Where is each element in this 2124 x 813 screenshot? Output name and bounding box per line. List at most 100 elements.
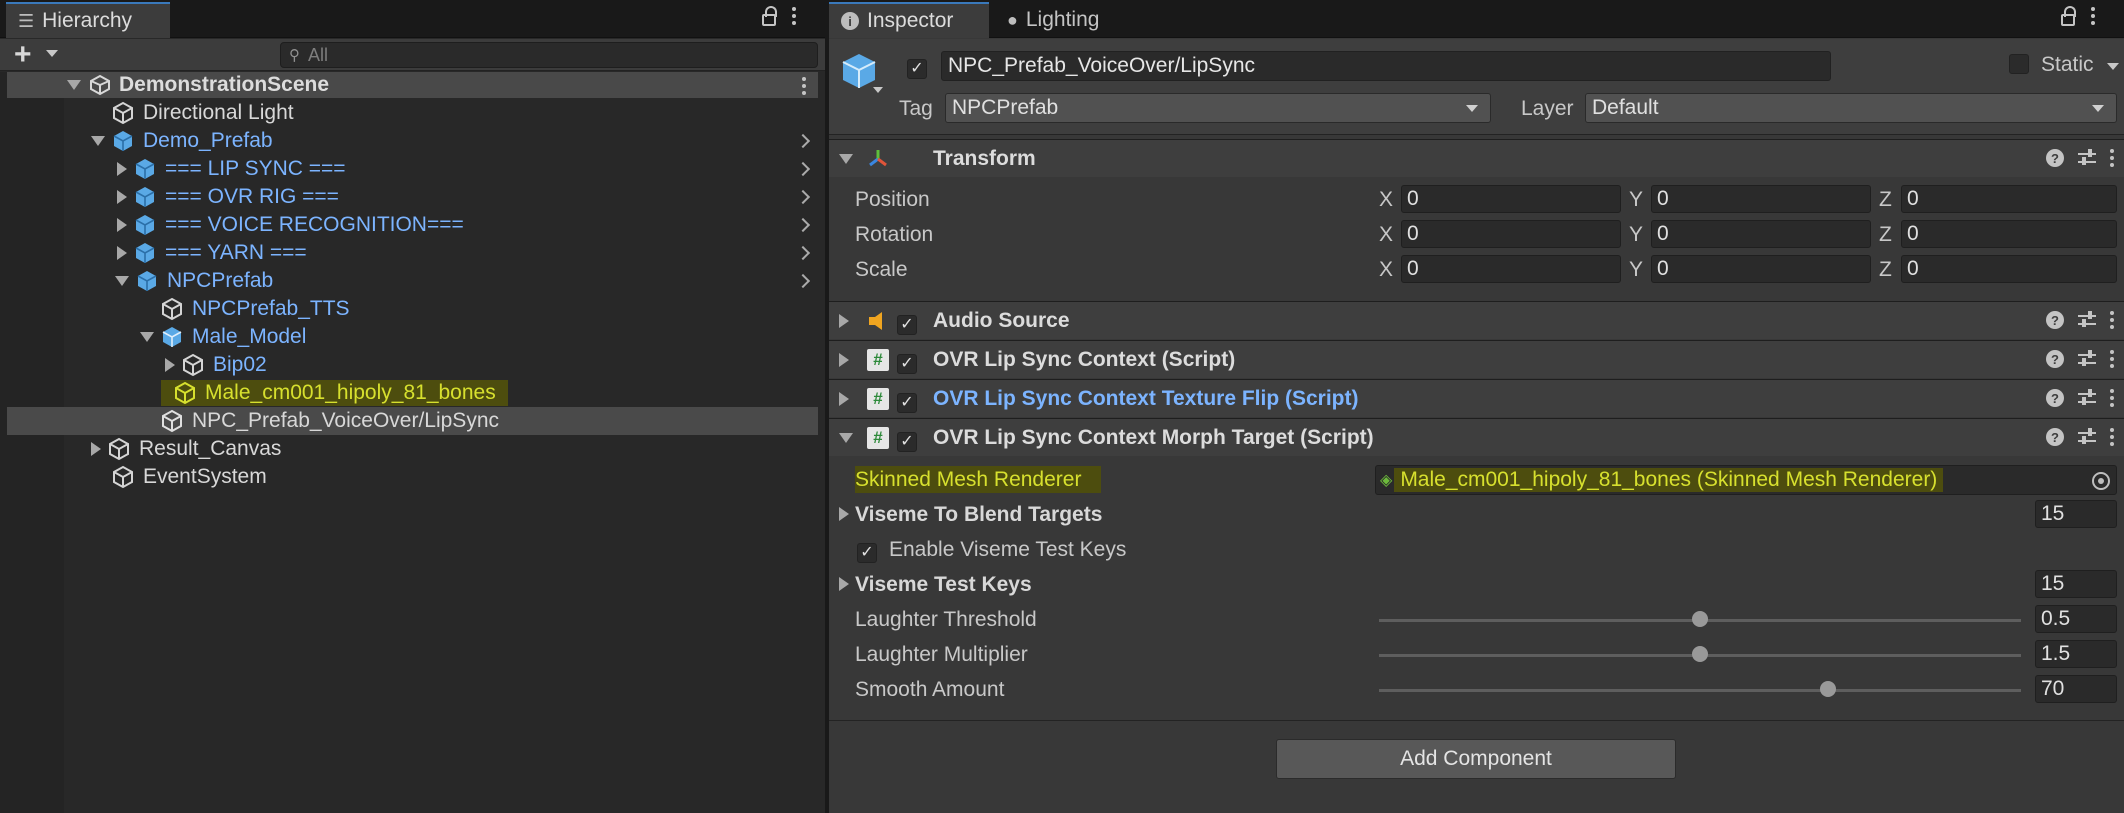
expand-arrow-icon[interactable] (117, 246, 127, 260)
collapse-arrow-icon[interactable] (115, 276, 129, 286)
tree-item-bip02[interactable]: Bip02 (7, 351, 818, 379)
tree-item-lip-sync[interactable]: === LIP SYNC === (7, 155, 818, 183)
test-keys-size-field[interactable]: 15 (2035, 570, 2117, 598)
collapse-arrow-icon[interactable] (839, 154, 853, 164)
checkmark-icon[interactable]: ✓ (907, 59, 927, 79)
gameobject-cube-icon[interactable] (839, 51, 879, 91)
expand-arrow-icon[interactable] (91, 442, 101, 456)
scene-row[interactable]: DemonstrationScene (7, 72, 818, 98)
lock-icon[interactable] (762, 6, 777, 26)
collapse-arrow-icon[interactable] (91, 136, 105, 146)
checkmark-icon[interactable]: ✓ (897, 315, 917, 335)
rotation-y-field[interactable]: 0 (1651, 220, 1871, 248)
morph-target-enabled[interactable]: ✓ (897, 428, 917, 452)
search-input[interactable] (308, 44, 788, 66)
scene-options-icon[interactable] (802, 77, 806, 95)
help-icon[interactable]: ? (2046, 350, 2064, 368)
expand-arrow-icon[interactable] (839, 314, 849, 328)
component-menu-icon[interactable] (2110, 428, 2114, 446)
tree-item-male-model[interactable]: Male_Model (7, 323, 818, 351)
presets-icon[interactable] (2078, 389, 2096, 407)
chevron-right-icon[interactable] (795, 189, 811, 205)
static-checkbox[interactable] (2009, 54, 2029, 74)
laughter-multiplier-knob[interactable] (1692, 646, 1708, 662)
tab-inspector[interactable]: i Inspector (829, 2, 989, 38)
presets-icon[interactable] (2078, 311, 2096, 329)
hierarchy-search[interactable]: ⚲ (280, 42, 818, 68)
expand-arrow-icon[interactable] (117, 190, 127, 204)
scale-z-field[interactable]: 0 (1901, 255, 2117, 283)
audio-source-enabled[interactable]: ✓ (897, 311, 917, 335)
tree-item-directional-light[interactable]: Directional Light (7, 99, 818, 127)
help-icon[interactable]: ? (2046, 311, 2064, 329)
chevron-right-icon[interactable] (795, 161, 811, 177)
tree-item-ovr-rig[interactable]: === OVR RIG === (7, 183, 818, 211)
presets-icon[interactable] (2078, 149, 2096, 167)
smooth-amount-knob[interactable] (1820, 681, 1837, 697)
object-picker-icon[interactable] (2092, 472, 2110, 490)
presets-icon[interactable] (2078, 428, 2096, 446)
expand-arrow-icon[interactable] (839, 507, 849, 521)
active-toggle[interactable]: ✓ (907, 55, 927, 79)
component-menu-icon[interactable] (2110, 389, 2114, 407)
rotation-z-field[interactable]: 0 (1901, 220, 2117, 248)
audio-source-header[interactable]: ✓ Audio Source ? (829, 301, 2124, 339)
checkmark-icon[interactable]: ✓ (857, 543, 877, 563)
lipsync-context-header[interactable]: # ✓ OVR Lip Sync Context (Script) ? (829, 340, 2124, 378)
help-icon[interactable]: ? (2046, 389, 2064, 407)
help-icon[interactable]: ? (2046, 149, 2064, 167)
expand-arrow-icon[interactable] (117, 162, 127, 176)
tree-item-yarn[interactable]: === YARN === (7, 239, 818, 267)
position-y-field[interactable]: 0 (1651, 185, 1871, 213)
collapse-arrow-icon[interactable] (140, 332, 154, 342)
tree-item-result-canvas[interactable]: Result_Canvas (7, 435, 818, 463)
tree-item-eventsystem[interactable]: EventSystem (7, 463, 818, 491)
help-icon[interactable]: ? (2046, 428, 2064, 446)
add-component-button[interactable]: Add Component (1276, 739, 1676, 779)
tree-item-npcprefab[interactable]: NPCPrefab (7, 267, 818, 295)
chevron-right-icon[interactable] (795, 273, 811, 289)
smooth-amount-slider[interactable] (1379, 689, 2021, 692)
tree-item-voice-recognition[interactable]: === VOICE RECOGNITION=== (7, 211, 818, 239)
lock-icon[interactable] (2061, 6, 2076, 26)
collapse-arrow-icon[interactable] (67, 80, 81, 90)
enable-test-keys-toggle[interactable]: ✓ (857, 539, 877, 563)
smooth-amount-field[interactable]: 70 (2035, 675, 2117, 703)
object-name-field[interactable]: NPC_Prefab_VoiceOver/LipSync (941, 51, 1831, 81)
checkmark-icon[interactable]: ✓ (897, 354, 917, 374)
create-button[interactable]: + (14, 40, 32, 70)
expand-arrow-icon[interactable] (839, 577, 849, 591)
tree-item-npcprefab-tts[interactable]: NPCPrefab_TTS (7, 295, 818, 323)
rotation-x-field[interactable]: 0 (1401, 220, 1621, 248)
create-dropdown-icon[interactable] (46, 50, 58, 57)
transform-header[interactable]: Transform ? (829, 139, 2124, 177)
expand-arrow-icon[interactable] (165, 358, 175, 372)
tree-item-npc-voiceover[interactable]: NPC_Prefab_VoiceOver/LipSync (7, 407, 818, 435)
more-options-icon[interactable] (2091, 7, 2095, 25)
component-menu-icon[interactable] (2110, 149, 2114, 167)
layer-dropdown[interactable]: Default (1585, 93, 2117, 123)
chevron-right-icon[interactable] (795, 245, 811, 261)
chevron-right-icon[interactable] (795, 133, 811, 149)
checkmark-icon[interactable]: ✓ (897, 432, 917, 452)
position-z-field[interactable]: 0 (1901, 185, 2117, 213)
static-dropdown-icon[interactable] (2107, 63, 2119, 70)
laughter-threshold-field[interactable]: 0.5 (2035, 605, 2117, 633)
skinned-mesh-field[interactable]: ◈ Male_cm001_hipoly_81_bones (Skinned Me… (1375, 465, 2117, 495)
morph-target-header[interactable]: # ✓ OVR Lip Sync Context Morph Target (S… (829, 418, 2124, 456)
component-menu-icon[interactable] (2110, 311, 2114, 329)
tag-dropdown[interactable]: NPCPrefab (945, 93, 1491, 123)
collapse-arrow-icon[interactable] (839, 433, 853, 443)
checkmark-icon[interactable]: ✓ (897, 393, 917, 413)
scale-y-field[interactable]: 0 (1651, 255, 1871, 283)
chevron-right-icon[interactable] (795, 217, 811, 233)
position-x-field[interactable]: 0 (1401, 185, 1621, 213)
viseme-blend-size-field[interactable]: 15 (2035, 500, 2117, 528)
expand-arrow-icon[interactable] (117, 218, 127, 232)
scale-x-field[interactable]: 0 (1401, 255, 1621, 283)
tab-hierarchy[interactable]: ☰ Hierarchy (6, 2, 170, 38)
texture-flip-enabled[interactable]: ✓ (897, 389, 917, 413)
tab-lighting[interactable]: ● Lighting (995, 2, 1155, 38)
expand-arrow-icon[interactable] (839, 353, 849, 367)
tree-item-male-mesh[interactable]: Male_cm001_hipoly_81_bones (7, 379, 818, 407)
